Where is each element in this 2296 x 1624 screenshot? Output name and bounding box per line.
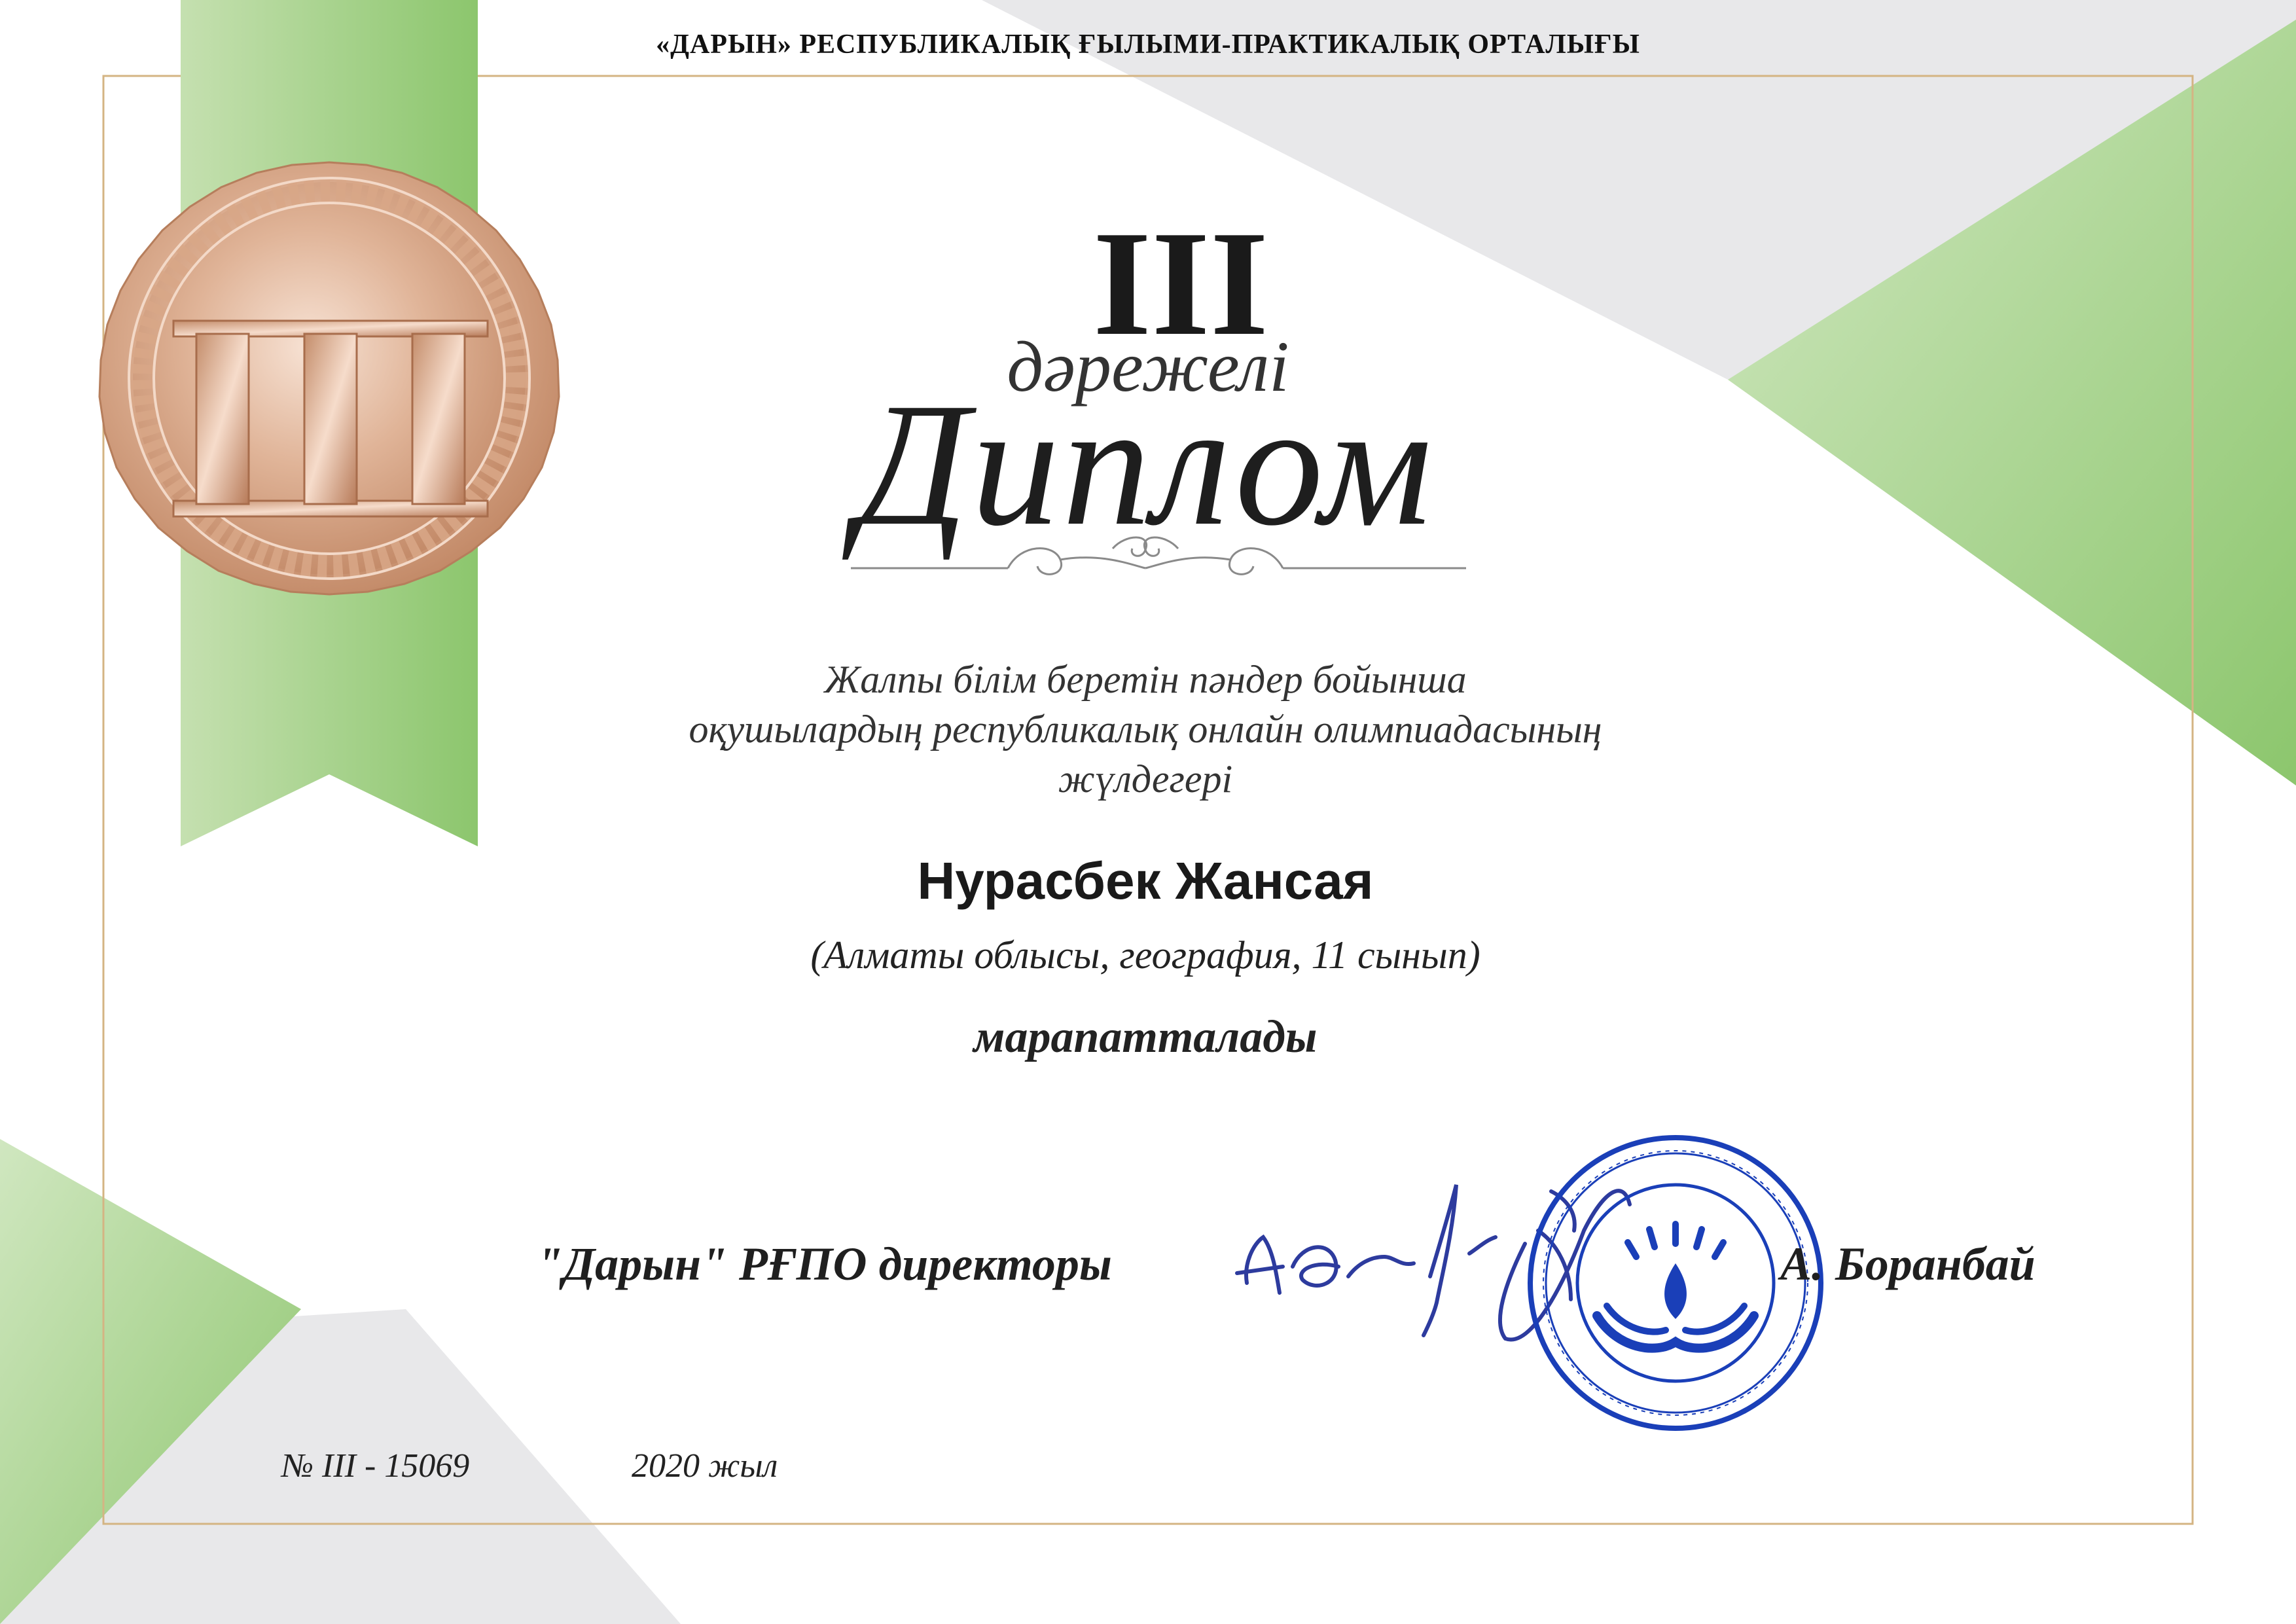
recipient-name: Нурасбек Жансая xyxy=(917,852,1374,910)
medal-numeral xyxy=(172,319,489,518)
signatory-name: А. Боранбай xyxy=(1780,1238,2036,1290)
recipient-details: (Алматы облысы, география, 11 сынып) xyxy=(810,933,1480,977)
bronze-medal xyxy=(98,161,560,596)
diploma-page: «ДАРЫН» РЕСПУБЛИКАЛЫҚ ҒЫЛЫМИ-ПРАКТИКАЛЫҚ… xyxy=(0,0,2296,1624)
diploma-title: Диплом xyxy=(856,367,1435,562)
stamp-flame-icon xyxy=(1664,1263,1687,1319)
diploma-number: № III - 15069 xyxy=(281,1447,470,1485)
description-line-3: жүлдегері xyxy=(1058,757,1233,801)
awarded-text: марапатталады xyxy=(973,1012,1318,1062)
organization-header: «ДАРЫН» РЕСПУБЛИКАЛЫҚ ҒЫЛЫМИ-ПРАКТИКАЛЫҚ… xyxy=(656,29,1640,60)
signatory-title: "Дарын" РҒПО директоры xyxy=(537,1238,1112,1290)
diploma-year: 2020 жыл xyxy=(632,1447,778,1485)
description-line-2: оқушылардың республикалық онлайн олимпиа… xyxy=(689,708,1602,751)
award-description: Жалпы білім беретін пәндер бойынша оқушы… xyxy=(589,655,1702,804)
description-line-1: Жалпы білім беретін пәндер бойынша xyxy=(824,658,1467,701)
